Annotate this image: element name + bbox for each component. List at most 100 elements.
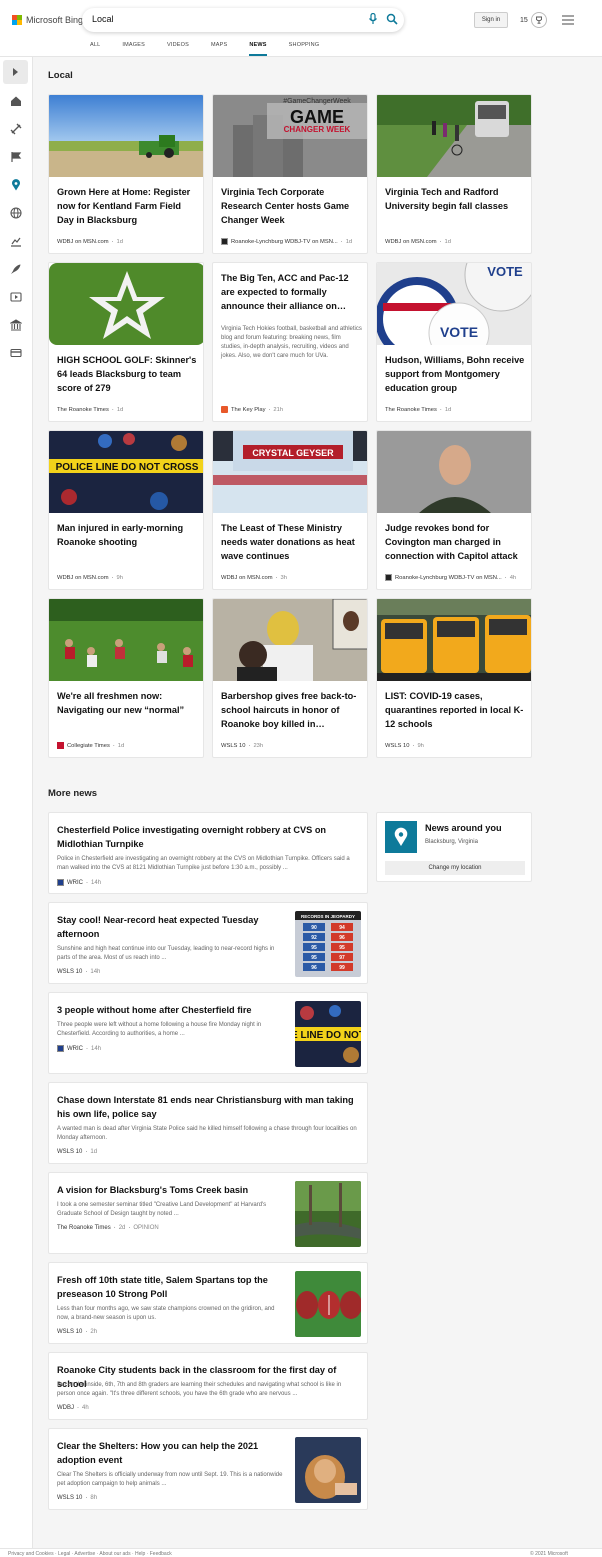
news-snippet: Clear The Shelters is officially underwa…	[57, 1472, 283, 1487]
card-source: Roanoke-Lynchburg WDBJ-TV on MSN... · 1d	[221, 238, 363, 245]
card-icon[interactable]	[10, 347, 22, 359]
tab-videos[interactable]: VIDEOS	[167, 42, 189, 56]
publisher-logo-icon	[221, 406, 228, 413]
svg-text:95: 95	[311, 945, 317, 951]
card-title[interactable]: Grown Here at Home: Register now for Ken…	[57, 185, 199, 227]
card-image-school-buses	[377, 599, 531, 681]
news-thumbnail-footballs	[295, 1271, 361, 1337]
news-item[interactable]: Clear the Shelters: How you can help the…	[48, 1428, 368, 1510]
card-title[interactable]: We're all freshmen now: Navigating our n…	[57, 689, 199, 717]
change-location-button[interactable]: Change my location	[385, 861, 525, 875]
news-card[interactable]: Barbershop gives free back-to-school hai…	[212, 598, 368, 758]
expand-icon	[13, 68, 18, 76]
hamburger-menu-icon[interactable]	[562, 15, 574, 25]
card-source: WSLS 10 · 9h	[385, 743, 424, 749]
sidebar-expand-button[interactable]	[3, 60, 28, 84]
news-card[interactable]: CRYSTAL GEYSER The Least of These Minist…	[212, 430, 368, 590]
rewards-trophy-icon[interactable]	[531, 12, 547, 28]
news-card[interactable]: The Big Ten, ACC and Pac-12 are expected…	[212, 262, 368, 422]
top-bar: Microsoft Bing Local Sign in 15 ALL IMAG…	[0, 0, 602, 57]
news-title[interactable]: Clear the Shelters: How you can help the…	[57, 1439, 287, 1467]
news-card[interactable]: #GameChangerWeek GAME CHANGER WEEK Virgi…	[212, 94, 368, 254]
news-item[interactable]: A vision for Blacksburg's Toms Creek bas…	[48, 1172, 368, 1254]
news-item[interactable]: Fresh off 10th state title, Salem Sparta…	[48, 1262, 368, 1344]
news-title[interactable]: 3 people without home after Chesterfield…	[57, 1003, 287, 1017]
card-title[interactable]: Barbershop gives free back-to-school hai…	[221, 689, 363, 731]
card-source: Roanoke-Lynchburg WDBJ-TV on MSN... · 4h	[385, 574, 527, 581]
rewards-points[interactable]: 15	[520, 17, 528, 24]
satellite-icon[interactable]	[10, 123, 22, 135]
card-title[interactable]: Hudson, Williams, Bohn receive support f…	[385, 353, 527, 395]
search-input[interactable]: Local	[92, 14, 114, 24]
news-source: WSLS 10 · 2h	[57, 1329, 98, 1335]
news-item[interactable]: Chase down Interstate 81 ends near Chris…	[48, 1082, 368, 1164]
microsoft-logo-icon	[12, 15, 22, 25]
news-title[interactable]: Fresh off 10th state title, Salem Sparta…	[57, 1273, 287, 1301]
rocket-icon[interactable]	[10, 263, 22, 275]
svg-text:RECORDS IN JEOPARDY: RECORDS IN JEOPARDY	[301, 914, 355, 919]
svg-text:92: 92	[311, 935, 317, 941]
tab-maps[interactable]: MAPS	[211, 42, 227, 56]
globe-icon[interactable]	[10, 207, 22, 219]
news-title[interactable]: A vision for Blacksburg's Toms Creek bas…	[57, 1183, 287, 1197]
card-image-police-tape: POLICE LINE DO NOT CROSS	[49, 431, 203, 513]
news-title[interactable]: Chase down Interstate 81 ends near Chris…	[57, 1093, 361, 1121]
card-title[interactable]: The Big Ten, ACC and Pac-12 are expected…	[221, 271, 363, 313]
tab-shopping[interactable]: SHOPPING	[289, 42, 320, 56]
card-title[interactable]: Judge revokes bond for Covington man cha…	[385, 521, 527, 563]
chart-icon[interactable]	[10, 235, 22, 247]
tab-images[interactable]: IMAGES	[122, 42, 145, 56]
publisher-logo-icon	[57, 1045, 64, 1052]
card-source: Collegiate Times · 1d	[57, 742, 199, 749]
news-card[interactable]: VOTE VOTE Hudson, Williams, Bohn receive…	[376, 262, 532, 422]
card-title[interactable]: LIST: COVID-19 cases, quarantines report…	[385, 689, 527, 731]
search-tabs: ALL IMAGES VIDEOS MAPS NEWS SHOPPING	[90, 42, 341, 56]
microphone-icon[interactable]	[368, 13, 378, 25]
news-card[interactable]: POLICE LINE DO NOT CROSS Man injured in …	[48, 430, 204, 590]
tab-all[interactable]: ALL	[90, 42, 100, 56]
news-card[interactable]: We're all freshmen now: Navigating our n…	[48, 598, 204, 758]
card-image-barbershop	[213, 599, 367, 681]
news-title[interactable]: Chesterfield Police investigating overni…	[57, 823, 357, 851]
location-pin-icon[interactable]	[10, 179, 22, 191]
news-item[interactable]: Chesterfield Police investigating overni…	[48, 812, 368, 894]
news-card[interactable]: Virginia Tech and Radford University beg…	[376, 94, 532, 254]
news-source: WSLS 10 · 8h	[57, 1495, 98, 1501]
news-card[interactable]: Judge revokes bond for Covington man cha…	[376, 430, 532, 590]
video-icon[interactable]	[10, 291, 22, 303]
news-thumbnail-police-tape: E LINE DO NOT	[295, 1001, 361, 1067]
news-around-you-title: News around you	[425, 823, 502, 833]
news-item[interactable]: Roanoke City students back in the classr…	[48, 1352, 368, 1420]
home-icon[interactable]	[10, 95, 22, 107]
search-icon[interactable]	[386, 13, 398, 25]
flag-icon[interactable]	[10, 151, 22, 163]
news-snippet: Sunshine and high heat continue into our…	[57, 946, 275, 961]
card-source: The Roanoke Times · 1d	[385, 407, 452, 413]
card-title[interactable]: Man injured in early-morning Roanoke sho…	[57, 521, 199, 549]
footer: Privacy and Cookies · Legal · Advertise …	[0, 1548, 602, 1557]
card-image-campus	[377, 95, 531, 177]
news-item[interactable]: Stay cool! Near-record heat expected Tue…	[48, 902, 368, 984]
news-snippet: Police in Chesterfield are investigating…	[57, 856, 350, 871]
tab-news[interactable]: NEWS	[249, 42, 267, 56]
card-image-mugshot	[377, 431, 531, 513]
card-image-freshmen	[49, 599, 203, 681]
publisher-logo-icon	[57, 742, 64, 749]
news-card[interactable]: LIST: COVID-19 cases, quarantines report…	[376, 598, 532, 758]
footer-links[interactable]: Privacy and Cookies · Legal · Advertise …	[8, 1551, 172, 1557]
bing-logo[interactable]: Microsoft Bing	[12, 15, 83, 25]
bank-icon[interactable]	[10, 319, 22, 331]
publisher-logo-icon	[385, 574, 392, 581]
sign-in-button[interactable]: Sign in	[474, 12, 508, 28]
publisher-logo-icon	[221, 238, 228, 245]
card-title[interactable]: HIGH SCHOOL GOLF: Skinner's 64 leads Bla…	[57, 353, 199, 395]
card-title[interactable]: The Least of These Ministry needs water …	[221, 521, 363, 563]
svg-text:GAME: GAME	[290, 107, 344, 127]
search-box[interactable]: Local	[82, 8, 404, 32]
news-item[interactable]: 3 people without home after Chesterfield…	[48, 992, 368, 1074]
card-title[interactable]: Virginia Tech and Radford University beg…	[385, 185, 527, 213]
news-card[interactable]: HIGH SCHOOL GOLF: Skinner's 64 leads Bla…	[48, 262, 204, 422]
news-title[interactable]: Stay cool! Near-record heat expected Tue…	[57, 913, 287, 941]
card-title[interactable]: Virginia Tech Corporate Research Center …	[221, 185, 363, 227]
news-card[interactable]: Grown Here at Home: Register now for Ken…	[48, 94, 204, 254]
